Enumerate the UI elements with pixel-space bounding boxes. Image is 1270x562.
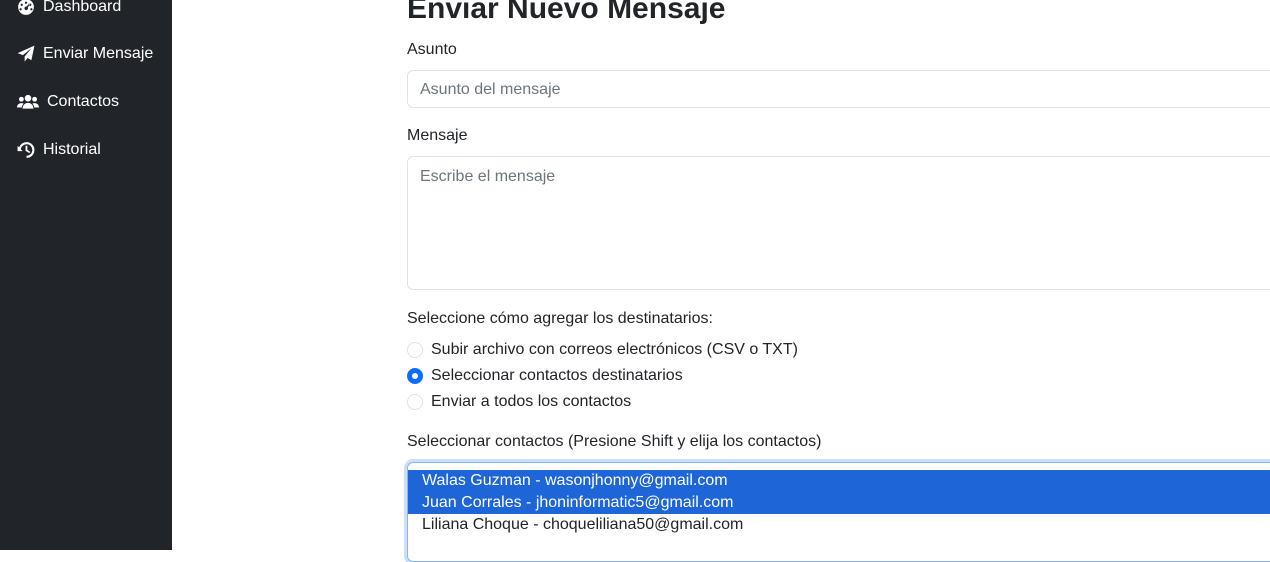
sidebar-item-label: Enviar Mensaje <box>43 45 154 62</box>
radio-circle[interactable] <box>407 342 423 358</box>
radio-upload-file[interactable]: Subir archivo con correos electrónicos (… <box>407 339 798 361</box>
subject-input[interactable]: Asunto del mensaje <box>407 70 1270 108</box>
sidebar-item-label: Historial <box>43 141 101 158</box>
users-icon <box>17 94 39 109</box>
gauge-icon <box>18 0 34 15</box>
radio-select-contacts[interactable]: Seleccionar contactos destinatarios <box>407 365 683 387</box>
sidebar-item-label: Dashboard <box>43 0 122 15</box>
radio-send-all[interactable]: Enviar a todos los contactos <box>407 391 631 413</box>
sidebar-item-dashboard[interactable]: Dashboard <box>17 0 121 19</box>
contact-option[interactable]: Juan Corrales - jhoninformatic5@gmail.co… <box>408 492 1270 514</box>
radio-label: Seleccionar contactos destinatarios <box>431 367 683 384</box>
message-textarea[interactable]: Escribe el mensaje <box>407 156 1270 290</box>
history-icon <box>17 142 35 158</box>
message-placeholder: Escribe el mensaje <box>420 168 556 185</box>
sidebar: Dashboard Enviar Mensaje Contactos Histo… <box>0 0 172 550</box>
sidebar-item-contactos[interactable]: Contactos <box>17 90 119 114</box>
contact-option[interactable]: Walas Guzman - wasonjhonny@gmail.com <box>408 470 1270 492</box>
subject-label: Asunto <box>407 41 457 58</box>
message-label: Mensaje <box>407 127 468 144</box>
contacts-label: Seleccionar contactos (Presione Shift y … <box>407 433 822 450</box>
sidebar-item-label: Contactos <box>47 93 120 110</box>
subject-placeholder: Asunto del mensaje <box>420 81 561 98</box>
page-title: Enviar Nuevo Mensaje <box>407 0 726 25</box>
radio-label: Subir archivo con correos electrónicos (… <box>431 341 798 358</box>
contacts-multiselect[interactable]: Walas Guzman - wasonjhonny@gmail.com Jua… <box>407 462 1270 562</box>
sidebar-item-historial[interactable]: Historial <box>17 138 101 162</box>
radio-circle[interactable] <box>407 394 423 410</box>
paper-plane-icon <box>17 45 35 62</box>
contact-option[interactable]: Liliana Choque - choqueliliana50@gmail.c… <box>408 514 1270 536</box>
main-content: Enviar Nuevo Mensaje Asunto Asunto del m… <box>407 0 1270 562</box>
recipients-prompt: Seleccione cómo agregar los destinatario… <box>407 310 713 327</box>
radio-label: Enviar a todos los contactos <box>431 393 632 410</box>
radio-circle-checked[interactable] <box>407 368 423 384</box>
sidebar-item-enviar-mensaje[interactable]: Enviar Mensaje <box>17 42 153 66</box>
